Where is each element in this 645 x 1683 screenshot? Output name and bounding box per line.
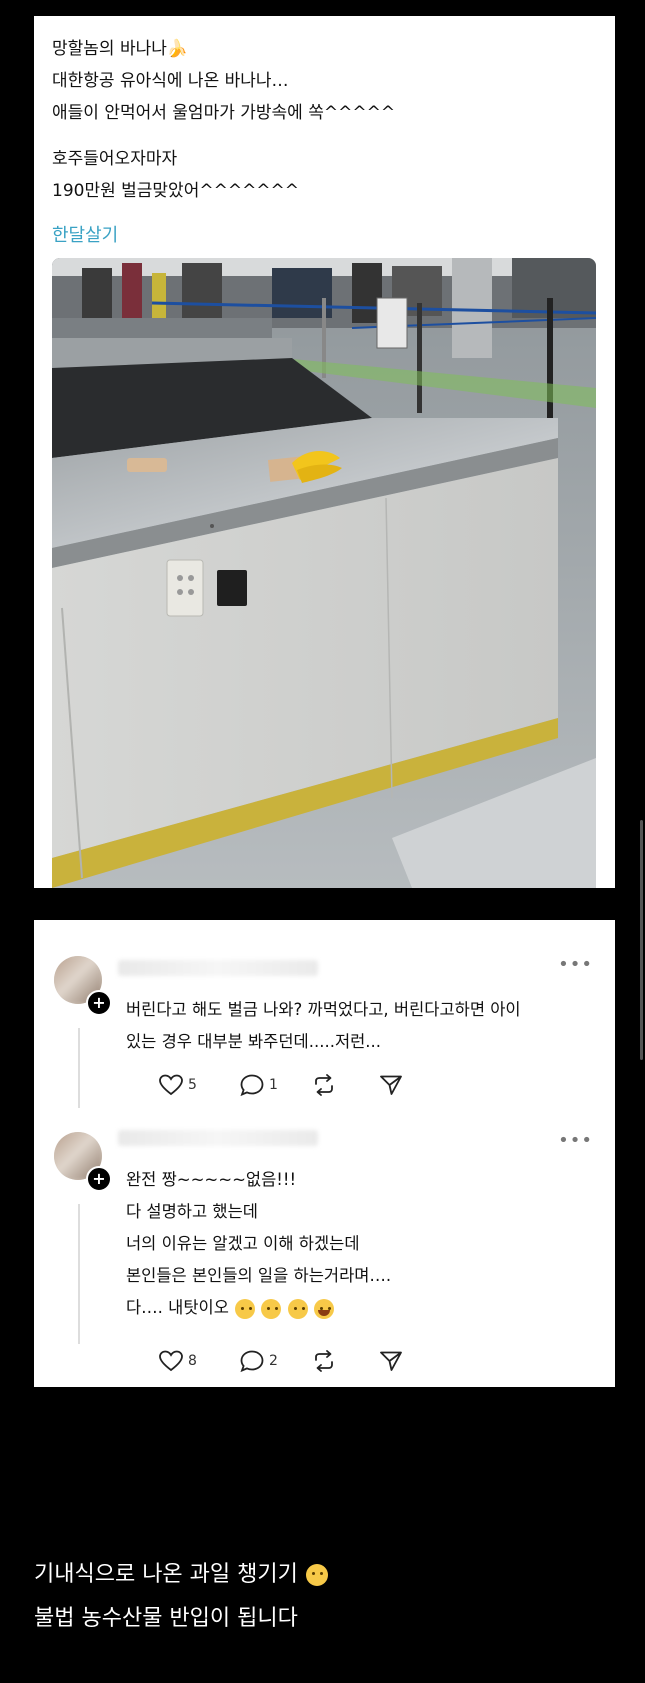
- follow-plus-icon[interactable]: +: [86, 990, 112, 1016]
- heart-icon: [159, 1074, 183, 1096]
- comment-text-line: 다…. 내탓이오: [126, 1294, 334, 1319]
- repost-icon: [315, 1074, 333, 1096]
- comment-text-line: 버린다고 해도 벌금 나와? 까먹었다고, 버린다고하면 아이: [126, 1000, 521, 1019]
- username-blurred: [118, 960, 318, 976]
- share-button[interactable]: [378, 1346, 404, 1376]
- repost-button[interactable]: [311, 1070, 337, 1100]
- tears-of-joy-icon: [313, 1298, 334, 1319]
- follow-plus-icon[interactable]: +: [86, 1166, 112, 1192]
- thread-line: [78, 1028, 80, 1108]
- scrollbar[interactable]: [640, 820, 643, 1060]
- like-button[interactable]: 8: [158, 1346, 197, 1376]
- username-blurred: [118, 1130, 318, 1146]
- caption-line: 기내식으로 나온 과일 챙기기: [34, 1556, 328, 1588]
- hashtag-link[interactable]: 한달살기: [52, 221, 118, 247]
- send-icon: [380, 1351, 402, 1371]
- comment-text-line: 다 설명하고 했는데: [126, 1202, 258, 1221]
- more-dots-icon[interactable]: •••: [558, 954, 593, 975]
- reply-count: 1: [269, 1077, 278, 1093]
- post-text-line: 190만원 벌금맞았어^^^^^^^: [52, 181, 300, 201]
- comment-text: 다…. 내탓이오: [126, 1298, 229, 1317]
- like-count: 8: [188, 1353, 197, 1369]
- post-text-line: 애들이 안먹어서 울엄마가 가방속에 쏙^^^^^: [52, 103, 396, 123]
- drooling-face-icon: [261, 1298, 282, 1319]
- comment-bubble-icon: [240, 1350, 264, 1373]
- repost-icon: [315, 1350, 333, 1372]
- reply-button[interactable]: 2: [239, 1346, 278, 1376]
- comment-text-line: 너의 이유는 알겠고 이해 하겠는데: [126, 1234, 360, 1253]
- post-photo[interactable]: [52, 258, 596, 888]
- send-icon: [380, 1075, 402, 1095]
- post-card: 망할놈의 바나나🍌 대한항공 유아식에 나온 바나나… 애들이 안먹어서 울엄마…: [34, 16, 615, 888]
- comment-text-line: 완전 짱~~~~~없음!!!: [126, 1170, 297, 1189]
- caption-text: 기내식으로 나온 과일 챙기기: [34, 1562, 298, 1587]
- comments-card: + ••• 버린다고 해도 벌금 나와? 까먹었다고, 버린다고하면 아이 있는…: [34, 920, 615, 1387]
- comment-text-line: 있는 경우 대부분 봐주던데.....저런...: [126, 1032, 382, 1051]
- like-count: 5: [188, 1077, 197, 1093]
- caption-line: 불법 농수산물 반입이 됩니다: [34, 1606, 298, 1631]
- smiling-face-icon: [305, 1564, 328, 1586]
- post-text-line: 호주들어오자마자: [52, 149, 178, 169]
- like-button[interactable]: 5: [158, 1070, 197, 1100]
- comment-bubble-icon: [240, 1074, 264, 1097]
- post-text-line: 대한항공 유아식에 나온 바나나…: [52, 71, 289, 91]
- more-dots-icon[interactable]: •••: [558, 1130, 593, 1151]
- post-text-line: 망할놈의 바나나🍌: [52, 39, 189, 59]
- drooling-face-icon: [287, 1298, 308, 1319]
- drooling-face-icon: [235, 1298, 256, 1319]
- heart-icon: [159, 1350, 183, 1372]
- comment-text-line: 본인들은 본인들의 일을 하는거라며….: [126, 1266, 392, 1285]
- thread-line: [78, 1204, 80, 1344]
- repost-button[interactable]: [311, 1346, 337, 1376]
- share-button[interactable]: [378, 1070, 404, 1100]
- reply-button[interactable]: 1: [239, 1070, 278, 1100]
- reply-count: 2: [269, 1353, 278, 1369]
